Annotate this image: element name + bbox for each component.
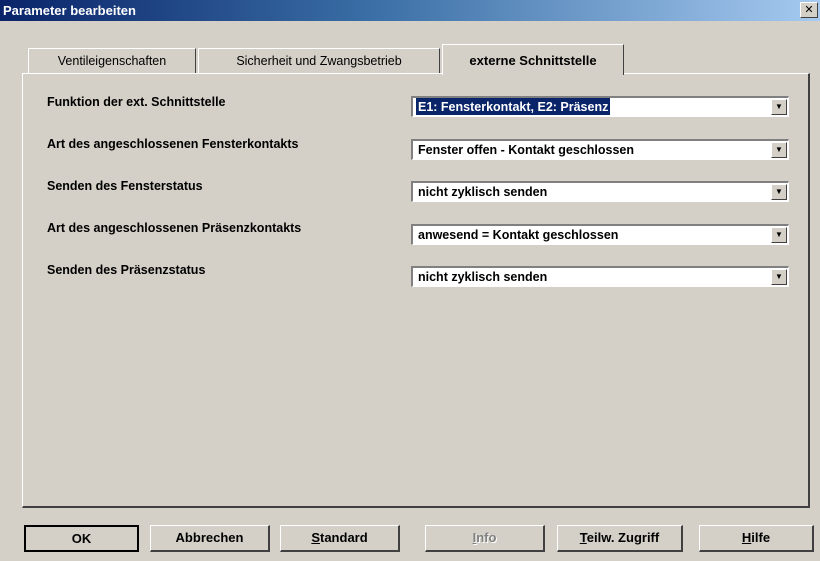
close-icon[interactable]: ✕: [800, 2, 818, 18]
mnemonic: H: [741, 530, 752, 545]
select-value: nicht zyklisch senden: [418, 185, 548, 199]
tab-label: Sicherheit und Zwangsbetrieb: [236, 54, 402, 68]
param-label-fensterkontakt-art: Art des angeschlossenen Fensterkontakts: [47, 137, 299, 151]
chevron-down-icon[interactable]: ▼: [771, 227, 787, 243]
mnemonic: S: [311, 530, 320, 545]
tab-label: externe Schnittstelle: [469, 53, 597, 68]
button-label: tandard: [320, 530, 368, 545]
param-label-funktion: Funktion der ext. Schnittstelle: [47, 95, 226, 109]
tab-sicherheit-und-zwangsbetrieb[interactable]: Sicherheit und Zwangsbetrieb: [198, 48, 440, 73]
param-label-fensterstatus: Senden des Fensterstatus: [47, 179, 203, 193]
tab-ventileigenschaften[interactable]: Ventileigenschaften: [28, 48, 196, 73]
select-value: anwesend = Kontakt geschlossen: [418, 228, 619, 242]
param-select-fensterstatus[interactable]: nicht zyklisch senden ▼: [411, 181, 789, 202]
select-value: Fenster offen - Kontakt geschlossen: [418, 143, 635, 157]
select-value: nicht zyklisch senden: [418, 270, 548, 284]
button-label: eilw. Zugriff: [586, 530, 660, 545]
tab-externe-schnittstelle[interactable]: externe Schnittstelle: [442, 44, 624, 75]
standard-button[interactable]: Standard: [280, 525, 400, 552]
info-button[interactable]: Info: [425, 525, 545, 552]
select-value: E1: Fensterkontakt, E2: Präsenz: [416, 98, 611, 115]
param-select-fensterkontakt-art[interactable]: Fenster offen - Kontakt geschlossen ▼: [411, 139, 789, 160]
param-select-funktion[interactable]: E1: Fensterkontakt, E2: Präsenz ▼: [411, 96, 789, 117]
mnemonic: T: [579, 530, 587, 545]
tab-label: Ventileigenschaften: [57, 54, 167, 68]
cancel-button[interactable]: Abbrechen: [150, 525, 270, 552]
param-label-praesenzkontakt-art: Art des angeschlossenen Präsenzkontakts: [47, 221, 302, 235]
chevron-down-icon[interactable]: ▼: [771, 99, 787, 115]
title-bar: Parameter bearbeiten ✕: [0, 0, 820, 21]
window-title: Parameter bearbeiten: [3, 3, 136, 18]
param-select-praesenzkontakt-art[interactable]: anwesend = Kontakt geschlossen ▼: [411, 224, 789, 245]
button-label: Abbrechen: [175, 530, 244, 545]
chevron-down-icon[interactable]: ▼: [771, 184, 787, 200]
partial-access-button[interactable]: Teilw. Zugriff: [557, 525, 683, 552]
param-select-praesenzstatus[interactable]: nicht zyklisch senden ▼: [411, 266, 789, 287]
chevron-down-icon[interactable]: ▼: [771, 269, 787, 285]
param-label-praesenzstatus: Senden des Präsenzstatus: [47, 263, 206, 277]
button-label: nfo: [476, 530, 497, 545]
button-label: ilfe: [751, 530, 771, 545]
button-label: OK: [71, 531, 92, 546]
help-button[interactable]: Hilfe: [699, 525, 814, 552]
chevron-down-icon[interactable]: ▼: [771, 142, 787, 158]
ok-button[interactable]: OK: [24, 525, 139, 552]
